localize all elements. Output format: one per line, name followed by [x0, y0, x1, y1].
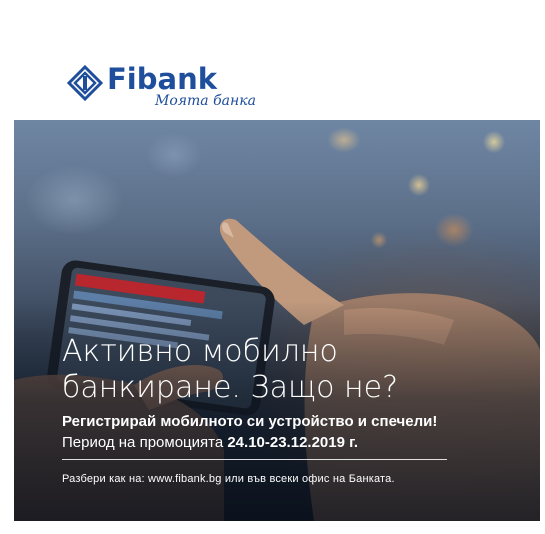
- promo-banner: Fibank Моята банка Активно мобилно банки…: [14, 41, 540, 521]
- headline: Активно мобилно банкиране. Защо не?: [62, 334, 502, 406]
- promo-period: Период на промоцията 24.10-23.12.2019 г.: [62, 434, 358, 451]
- divider: [62, 459, 447, 460]
- fibank-logo: Fibank Моята банка: [67, 62, 287, 111]
- headline-line-2: банкиране. Защо не?: [62, 370, 398, 405]
- text-overlay-shade: [14, 120, 540, 521]
- headline-line-1: Активно мобилно: [62, 334, 338, 369]
- more-info-text: Разбери как на: www.fibank.bg или във вс…: [62, 473, 395, 485]
- banner-header: Fibank Моята банка: [14, 41, 540, 120]
- hero-photo: [14, 120, 540, 521]
- brand-tagline: Моята банка: [155, 93, 256, 109]
- fibank-logo-icon: [67, 65, 103, 101]
- brand-name: Fibank: [107, 62, 218, 96]
- promo-period-label: Период на промоцията: [62, 434, 224, 451]
- promo-period-dates: 24.10-23.12.2019 г.: [227, 434, 359, 451]
- subheadline: Регистрирай мобилното си устройство и сп…: [62, 413, 438, 430]
